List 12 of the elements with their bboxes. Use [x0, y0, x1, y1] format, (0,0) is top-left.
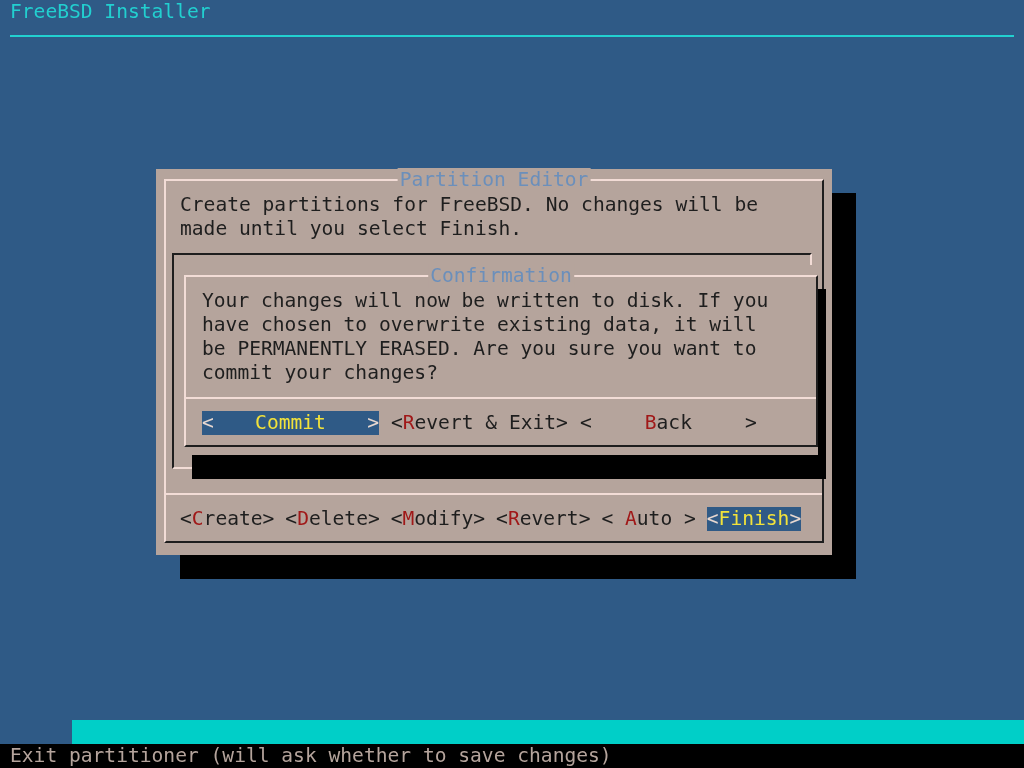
dialog-button[interactable]: <Finish> — [706, 507, 802, 531]
dialog-button[interactable]: <Revert> — [496, 507, 591, 531]
dialog-message: Create partitions for FreeBSD. No changes will be made until you select Finish. — [180, 193, 760, 241]
dialog-button[interactable]: < Commit > — [202, 411, 379, 435]
confirmation-message: Your changes will now be written to disk. If you have chosen to overwrite existing data, it will be PERMANENTLY ERASED. Are you sure you want to commit your changes? — [202, 289, 769, 385]
installer-title: FreeBSD Installer — [10, 0, 211, 24]
status-text: Exit partitioner (will ask whether to save changes) — [10, 744, 612, 767]
dialog-button[interactable]: <Revert & Exit> — [390, 411, 568, 435]
dialog-button[interactable]: < Auto > — [601, 507, 696, 531]
dialog-button[interactable]: < Back > — [579, 411, 757, 435]
dialog-button[interactable]: <Modify> — [390, 507, 486, 531]
dialog-button[interactable]: <Delete> — [285, 507, 380, 531]
